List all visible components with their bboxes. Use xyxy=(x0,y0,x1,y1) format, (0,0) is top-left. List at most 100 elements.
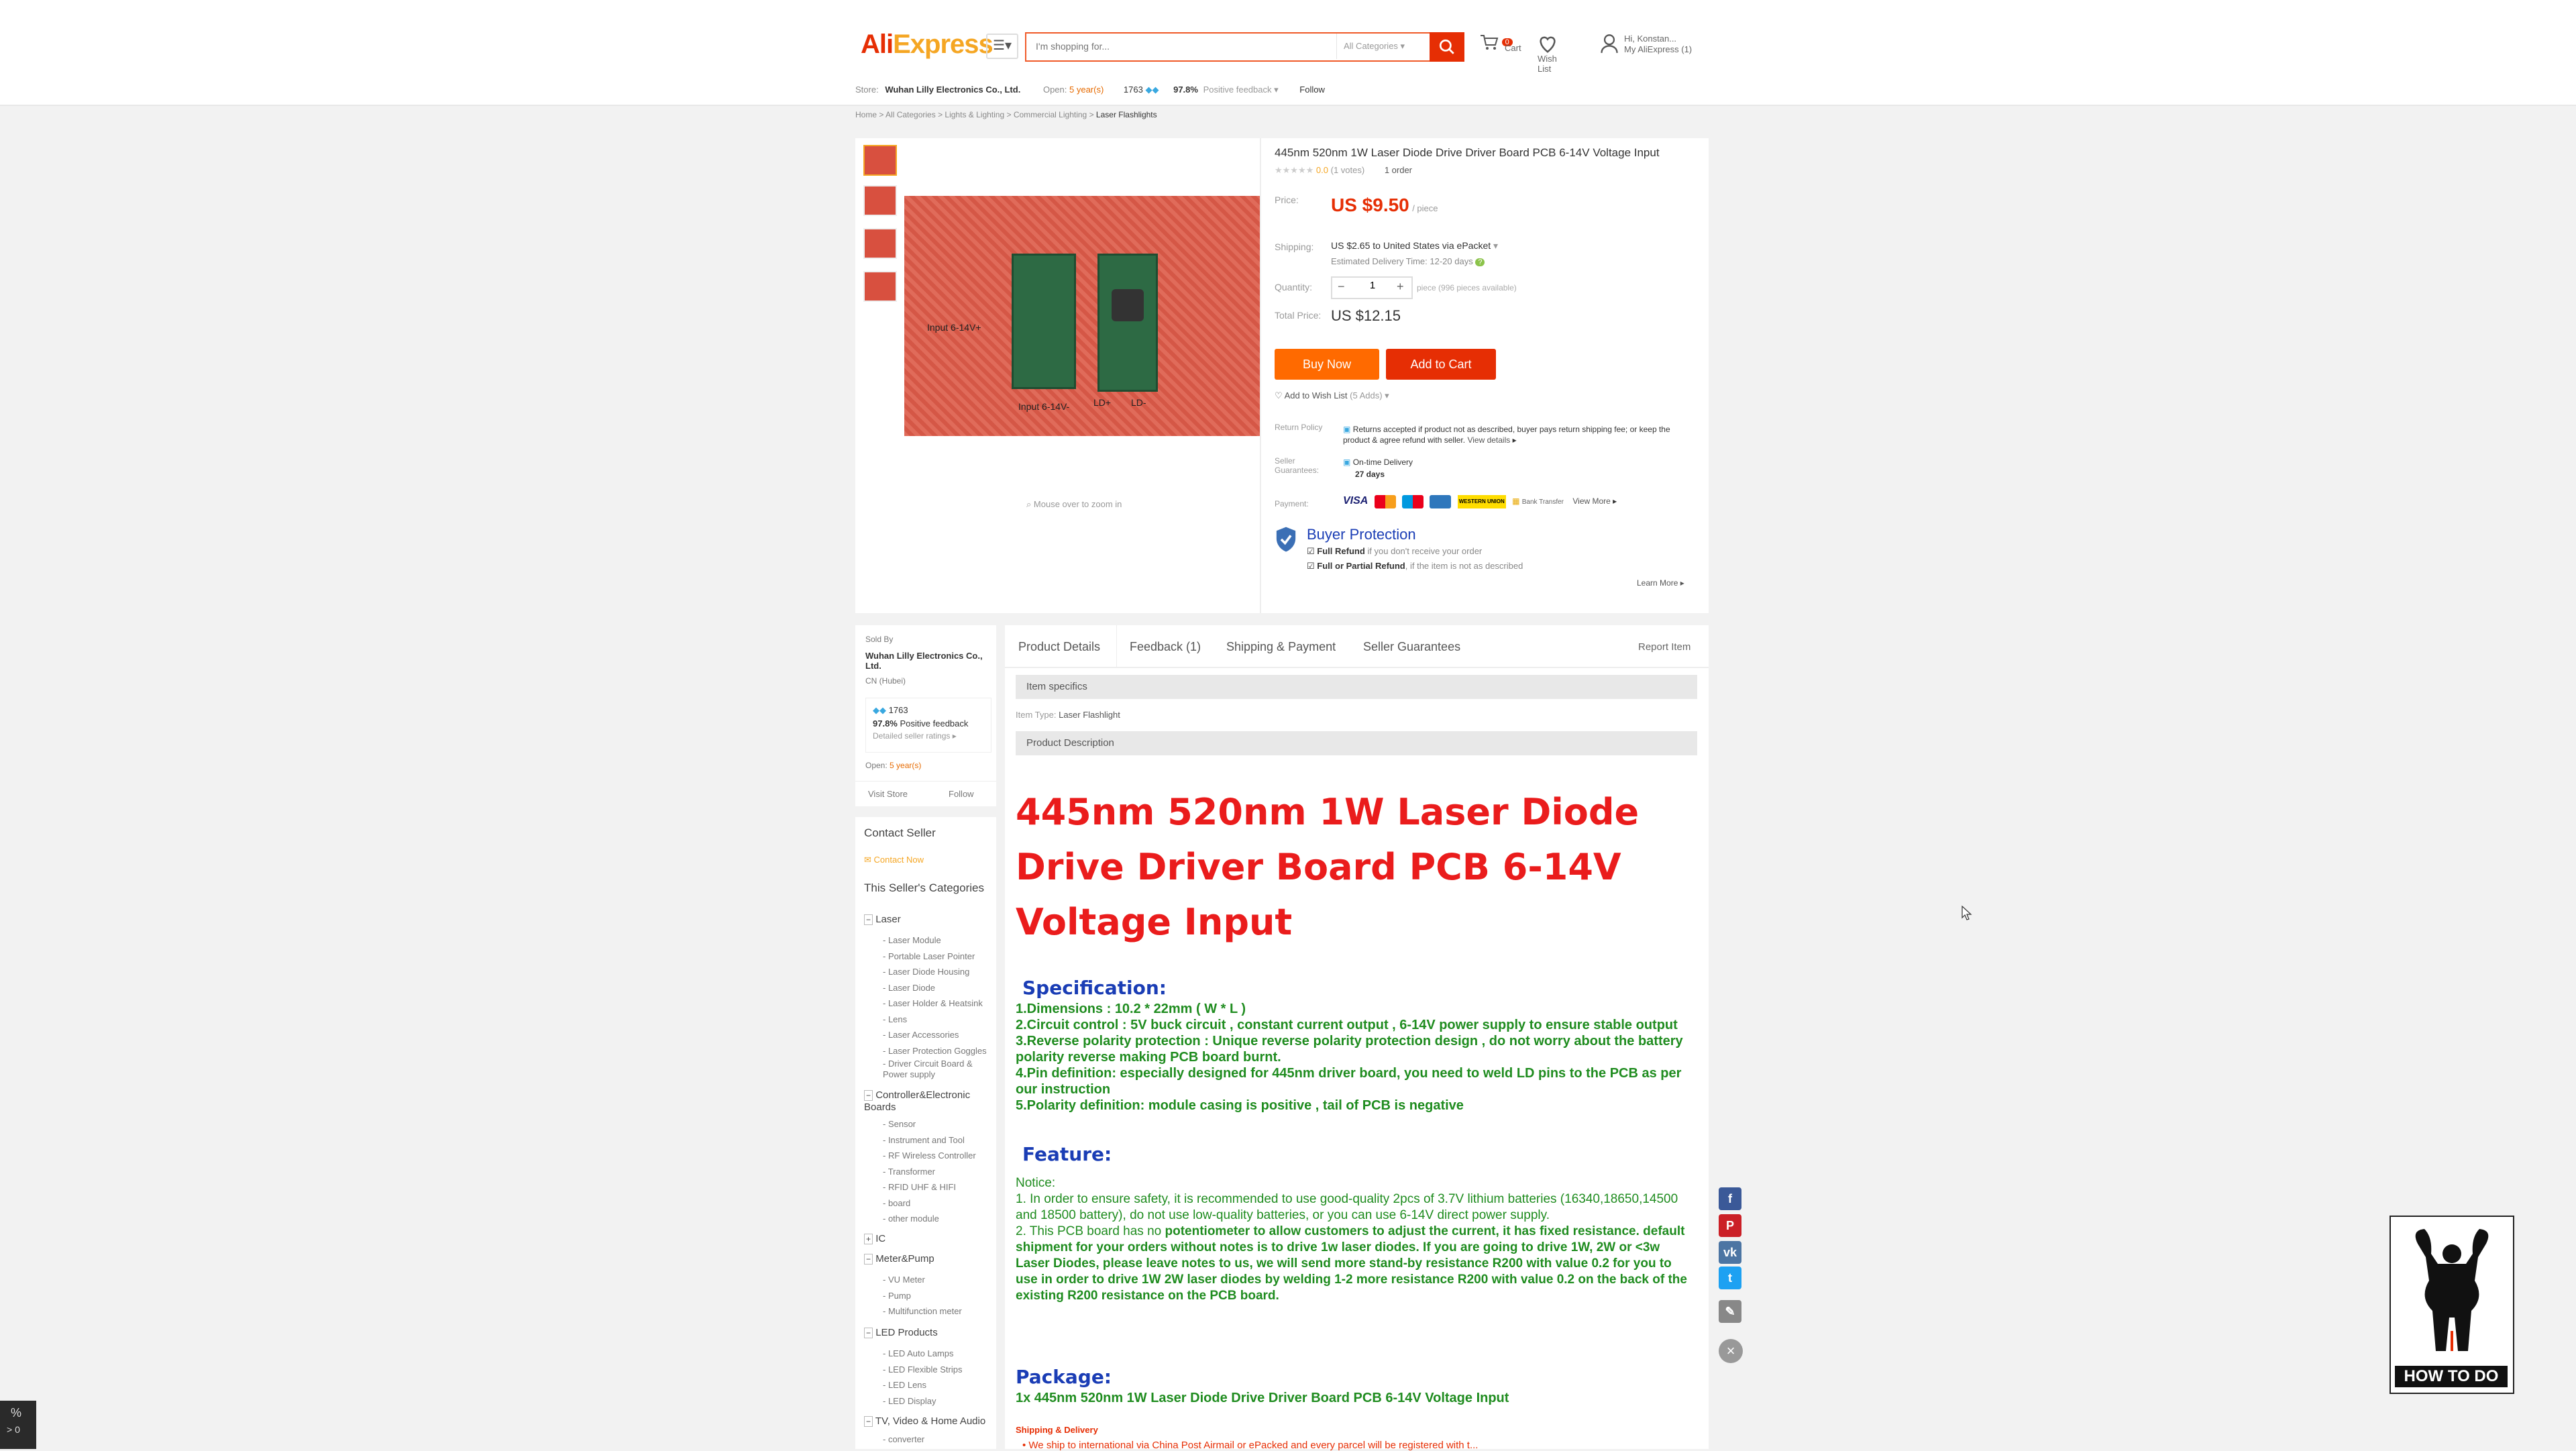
twitter-share-icon[interactable]: t xyxy=(1719,1267,1741,1289)
product-main-image[interactable]: Input 6-14V+ Input 6-14V- LD+ LD- xyxy=(904,196,1261,436)
item-type-row: Item Type: Laser Flashlight xyxy=(1016,710,1120,720)
subcategory-item[interactable]: - Sensor xyxy=(883,1116,976,1132)
cart-link[interactable]: 0 Cart xyxy=(1479,34,1521,53)
category-controller[interactable]: − Controller&Electronic Boards xyxy=(864,1089,991,1113)
edit-icon[interactable]: ✎ xyxy=(1719,1300,1741,1323)
store-label: Store: xyxy=(855,85,879,95)
description-title: 445nm 520nm 1W Laser Diode Drive Driver … xyxy=(1016,791,1640,943)
report-item-link[interactable]: Report Item xyxy=(1638,641,1690,653)
view-more-link[interactable]: View More xyxy=(1572,496,1610,506)
subcategory-item[interactable]: - RFID UHF & HIFI xyxy=(883,1179,976,1195)
image-label-ld-minus: LD- xyxy=(1131,397,1146,408)
quantity-input[interactable] xyxy=(1356,279,1389,292)
thumbnail-1[interactable] xyxy=(863,145,897,176)
breadcrumb-commercial[interactable]: Commercial Lighting xyxy=(1014,110,1087,119)
ontime-delivery: ▣ On-time Delivery 27 days xyxy=(1343,456,1413,480)
seller-name-link[interactable]: Wuhan Lilly Electronics Co., Ltd. xyxy=(865,651,993,671)
search-category-label: All Categories xyxy=(1344,41,1398,51)
thumbnail-2[interactable] xyxy=(863,185,897,216)
total-price-value: US $12.15 xyxy=(1331,307,1401,324)
shipping-value[interactable]: US $2.65 to United States via ePacket xyxy=(1331,240,1491,251)
store-open-label: Open: xyxy=(1042,85,1067,95)
thumbnail-4[interactable] xyxy=(863,271,897,302)
subcategory-item[interactable]: - Laser Module xyxy=(883,932,987,949)
subcategory-item[interactable]: - Transformer xyxy=(883,1164,976,1180)
quantity-increase-button[interactable]: + xyxy=(1397,280,1404,294)
subcategory-item[interactable]: - LED Display xyxy=(883,1393,962,1409)
subcategory-item[interactable]: - LED Auto Lamps xyxy=(883,1346,962,1362)
tab-seller-guarantees[interactable]: Seller Guarantees xyxy=(1363,640,1460,654)
search-category-select[interactable]: All Categories ▾ xyxy=(1336,34,1429,59)
store-follow-button[interactable]: Follow xyxy=(1299,85,1325,95)
quantity-decrease-button[interactable]: − xyxy=(1338,280,1345,294)
rating-votes[interactable]: (1 votes) xyxy=(1331,165,1365,175)
heart-icon xyxy=(1540,36,1556,53)
subcategory-item[interactable]: - other module xyxy=(883,1211,976,1227)
thumbnail-3[interactable] xyxy=(863,228,897,259)
corner-widget[interactable]: % > 0 xyxy=(0,1401,36,1449)
view-details-link[interactable]: View details xyxy=(1467,435,1510,445)
add-to-cart-button[interactable]: Add to Cart xyxy=(1386,349,1496,380)
store-info: Store: Wuhan Lilly Electronics Co., Ltd.… xyxy=(855,85,1325,95)
add-to-wishlist[interactable]: ♡ Add to Wish List (5 Adds) ▾ xyxy=(1275,390,1389,401)
breadcrumb-all-categories[interactable]: All Categories xyxy=(885,110,936,119)
rating-stars: ★★★★★ xyxy=(1275,165,1314,175)
vk-share-icon[interactable]: vk xyxy=(1719,1241,1741,1264)
close-icon[interactable]: × xyxy=(1719,1339,1743,1363)
subcategory-item[interactable]: - converter xyxy=(883,1434,924,1444)
facebook-share-icon[interactable]: f xyxy=(1719,1187,1741,1210)
subcategory-item[interactable]: - Laser Diode xyxy=(883,980,987,996)
category-led[interactable]: − LED Products xyxy=(864,1327,938,1338)
tab-product-details[interactable]: Product Details xyxy=(1005,625,1117,667)
subcategory-item[interactable]: - RF Wireless Controller xyxy=(883,1148,976,1164)
visit-store-button[interactable]: Visit Store xyxy=(868,789,908,799)
follow-seller-button[interactable]: Follow xyxy=(949,789,974,799)
delivery-time: Estimated Delivery Time: 12-20 days xyxy=(1331,256,1473,266)
category-laser[interactable]: − Laser xyxy=(864,914,901,925)
subcategory-item[interactable]: - LED Lens xyxy=(883,1377,962,1393)
category-tv[interactable]: − TV, Video & Home Audio xyxy=(864,1415,985,1427)
subcategory-item[interactable]: - Laser Holder & Heatsink xyxy=(883,996,987,1012)
subcategory-item-cont[interactable]: Power supply xyxy=(883,1069,987,1080)
item-specifics-header: Item specifics xyxy=(1016,675,1697,699)
subcategory-item[interactable]: - Driver Circuit Board & xyxy=(883,1059,987,1069)
search-input[interactable] xyxy=(1026,34,1339,59)
search-button[interactable] xyxy=(1430,32,1464,62)
learn-more-link[interactable]: Learn More ▸ xyxy=(1637,578,1684,588)
subcategory-item[interactable]: - Laser Protection Goggles xyxy=(883,1043,987,1059)
shipping-row: US $2.65 to United States via ePacket ▾ xyxy=(1331,240,1498,252)
category-led-label: LED Products xyxy=(875,1327,938,1338)
shipping-line-text: We ship to international via China Post … xyxy=(1028,1440,1479,1451)
subcategory-item[interactable]: - Laser Accessories xyxy=(883,1027,987,1043)
visa-icon: VISA xyxy=(1343,495,1368,507)
subcategory-item[interactable]: - LED Flexible Strips xyxy=(883,1362,962,1378)
image-label-input-plus: Input 6-14V+ xyxy=(927,322,981,333)
category-meter[interactable]: − Meter&Pump xyxy=(864,1253,934,1265)
tab-feedback[interactable]: Feedback (1) xyxy=(1130,640,1201,654)
subcategory-item[interactable]: - Lens xyxy=(883,1012,987,1028)
subcategory-item[interactable]: - board xyxy=(883,1195,976,1212)
pinterest-share-icon[interactable]: P xyxy=(1719,1214,1741,1237)
aliexpress-logo[interactable]: AliExpress xyxy=(861,30,994,60)
subcategory-item[interactable]: - Laser Diode Housing xyxy=(883,964,987,980)
categories-menu-button[interactable]: ☰▾ xyxy=(986,34,1018,59)
breadcrumb-home[interactable]: Home xyxy=(855,110,877,119)
subcategory-item[interactable]: - Pump xyxy=(883,1288,962,1304)
subcategory-item[interactable]: - Instrument and Tool xyxy=(883,1132,976,1148)
category-ic[interactable]: + IC xyxy=(864,1233,885,1244)
payment-label: Payment: xyxy=(1275,499,1309,508)
breadcrumb-lights[interactable]: Lights & Lighting xyxy=(945,110,1004,119)
tab-shipping-payment[interactable]: Shipping & Payment xyxy=(1226,640,1336,654)
store-name-link[interactable]: Wuhan Lilly Electronics Co., Ltd. xyxy=(885,85,1020,95)
quantity-label: Quantity: xyxy=(1275,282,1313,292)
breadcrumb-current[interactable]: Laser Flashlights xyxy=(1096,110,1157,119)
help-icon[interactable]: ? xyxy=(1475,258,1485,266)
buy-now-button[interactable]: Buy Now xyxy=(1275,349,1379,380)
contact-now-link[interactable]: ✉ Contact Now xyxy=(864,855,924,865)
subcategory-item[interactable]: - Multifunction meter xyxy=(883,1303,962,1320)
account-menu[interactable]: Hi, Konstan... My AliExpress (1) xyxy=(1600,34,1692,55)
detailed-ratings-link[interactable]: Detailed seller ratings xyxy=(873,731,950,741)
wish-list-link[interactable]: Wish List xyxy=(1538,35,1591,74)
subcategory-item[interactable]: - VU Meter xyxy=(883,1272,962,1288)
subcategory-item[interactable]: - Portable Laser Pointer xyxy=(883,949,987,965)
